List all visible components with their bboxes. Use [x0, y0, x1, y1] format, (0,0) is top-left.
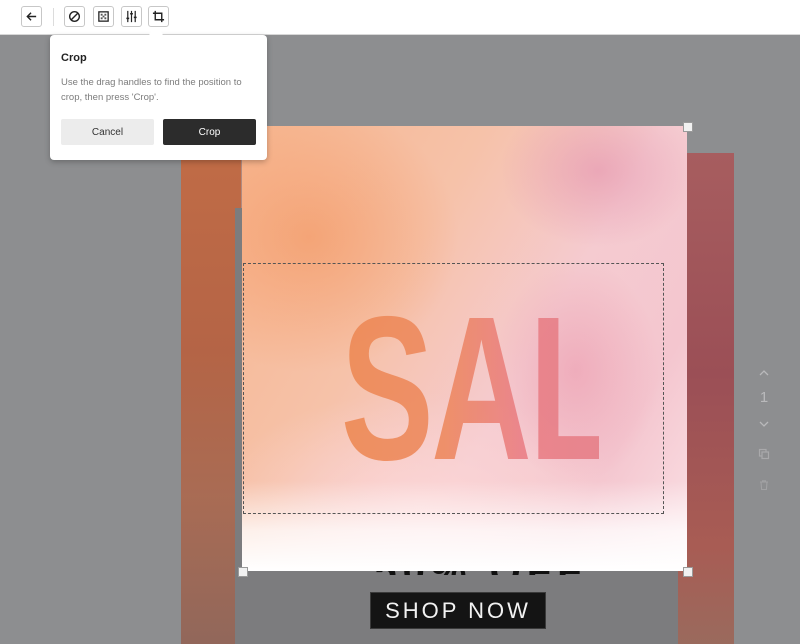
delete-page-button[interactable]: [752, 478, 776, 496]
duplicate-icon: [758, 448, 770, 460]
crop-selection-area[interactable]: [243, 263, 664, 514]
page-number: 1: [759, 389, 769, 406]
filters-button[interactable]: [93, 6, 114, 27]
adjust-button[interactable]: [121, 6, 142, 27]
texture-filter-icon: [98, 11, 109, 22]
page-up-button[interactable]: [752, 366, 776, 384]
prohibited-icon: [68, 10, 81, 23]
popover-description: Use the drag handles to find the positio…: [61, 77, 242, 103]
shop-now-banner: SHOP NOW: [370, 592, 546, 629]
watercolor-left-strip: [181, 153, 241, 644]
adjust-sliders-icon: [126, 10, 137, 23]
crop-tool-button[interactable]: [148, 6, 169, 27]
crop-handle-bottom-left[interactable]: [238, 567, 248, 577]
crop-icon: [152, 10, 165, 23]
top-toolbar: [0, 0, 800, 35]
page-down-button[interactable]: [752, 417, 776, 435]
chevron-down-icon: [759, 421, 769, 427]
back-button[interactable]: [21, 6, 42, 27]
duplicate-page-button[interactable]: [752, 447, 776, 465]
crop-popover: Crop Use the drag handles to find the po…: [50, 35, 267, 160]
cancel-button[interactable]: Cancel: [61, 119, 154, 145]
crop-handle-bottom-right[interactable]: [683, 567, 693, 577]
crop-handle-top-right[interactable]: [683, 122, 693, 132]
toolbar-divider: [53, 8, 54, 26]
back-arrow-icon: [26, 12, 37, 21]
popover-title: Crop: [61, 52, 87, 64]
trash-icon: [760, 480, 768, 491]
remove-effect-button[interactable]: [64, 6, 85, 27]
chevron-up-icon: [759, 370, 769, 376]
crop-confirm-button[interactable]: Crop: [163, 119, 256, 145]
